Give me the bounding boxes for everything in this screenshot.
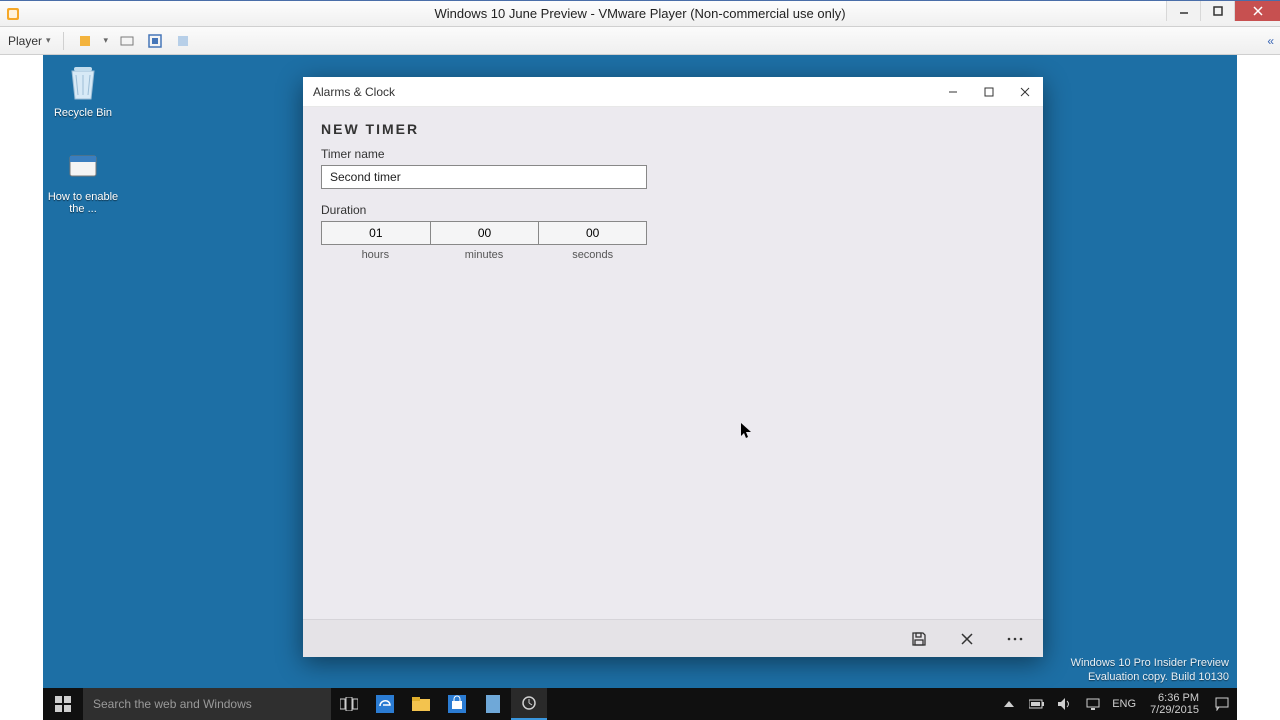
save-button[interactable] [909,629,929,649]
timer-name-label: Timer name [321,147,1025,161]
battery-icon[interactable] [1028,699,1046,709]
watermark-line2: Evaluation copy. Build 10130 [1071,670,1229,684]
language-indicator[interactable]: ENG [1112,698,1136,710]
document-icon [63,147,103,187]
desktop-icon-howto[interactable]: How to enable the ... [47,147,119,215]
app-titlebar[interactable]: Alarms & Clock [303,77,1043,107]
send-ctrl-alt-del-icon[interactable] [118,32,136,50]
app-close-button[interactable] [1007,77,1043,107]
app-body: NEW TIMER Timer name Duration 01 hours 0… [303,107,1043,619]
more-button[interactable] [1005,629,1025,649]
power-icon[interactable] [76,32,94,50]
taskbar-clock[interactable]: 6:36 PM 7/29/2015 [1146,692,1203,716]
taskbar-search[interactable]: Search the web and Windows [83,688,331,720]
seconds-input[interactable]: 00 [538,221,647,245]
volume-icon[interactable] [1056,698,1074,710]
alarms-clock-window: Alarms & Clock NEW TIMER Timer name [303,77,1043,657]
vmware-icon [0,1,26,27]
fullscreen-icon[interactable] [146,32,164,50]
duration-label: Duration [321,203,1025,217]
task-view-button[interactable] [331,688,367,720]
app-window-buttons [935,77,1043,107]
collapse-toolbar-button[interactable]: « [1267,29,1274,53]
action-center-icon[interactable] [1213,697,1231,711]
network-icon[interactable] [1084,698,1102,710]
taskbar: Search the web and Windows [43,688,1237,720]
page-heading: NEW TIMER [321,121,1025,137]
system-tray: ENG 6:36 PM 7/29/2015 [994,688,1237,720]
cancel-button[interactable] [957,629,977,649]
tray-overflow-button[interactable] [1000,701,1018,707]
host-toolbar: Player ▾ ▾ [0,27,1280,55]
unity-icon[interactable] [174,32,192,50]
host-minimize-button[interactable] [1166,1,1200,21]
alarms-clock-taskbar-icon[interactable] [511,688,547,720]
store-icon[interactable] [439,688,475,720]
app-title: Alarms & Clock [313,85,395,99]
windows-watermark: Windows 10 Pro Insider Preview Evaluatio… [1071,656,1229,684]
host-maximize-button[interactable] [1200,1,1234,21]
taskbar-app-icon[interactable] [475,688,511,720]
app-maximize-button[interactable] [971,77,1007,107]
chevron-down-icon: ▾ [46,35,51,46]
seconds-caption: seconds [538,249,647,261]
minutes-input[interactable]: 00 [430,221,539,245]
app-minimize-button[interactable] [935,77,971,107]
taskbar-time: 6:36 PM [1150,692,1199,704]
mouse-cursor [741,423,751,437]
file-explorer-icon[interactable] [403,688,439,720]
taskbar-date: 7/29/2015 [1150,704,1199,716]
hours-caption: hours [321,249,430,261]
vmware-host-window: Windows 10 June Preview - VMware Player … [0,0,1280,720]
start-button[interactable] [43,688,83,720]
desktop-icon-label: How to enable the ... [47,191,119,215]
edge-icon[interactable] [367,688,403,720]
host-close-button[interactable] [1234,1,1280,21]
host-window-buttons [1166,1,1280,21]
timer-name-input[interactable] [321,165,647,189]
hours-input[interactable]: 01 [321,221,430,245]
host-window-title: Windows 10 June Preview - VMware Player … [0,1,1280,27]
host-titlebar: Windows 10 June Preview - VMware Player … [0,1,1280,27]
recycle-bin-icon [63,63,103,103]
app-command-bar [303,619,1043,657]
player-menu-label: Player [8,34,42,48]
duration-picker: 01 hours 00 minutes 00 seconds [321,221,647,261]
minutes-caption: minutes [430,249,539,261]
taskbar-pinned [331,688,547,720]
guest-desktop[interactable]: Recycle Bin How to enable the ... Window… [43,55,1237,720]
search-placeholder: Search the web and Windows [93,697,252,711]
desktop-icon-recycle-bin[interactable]: Recycle Bin [47,63,119,119]
watermark-line1: Windows 10 Pro Insider Preview [1071,656,1229,670]
chevron-down-icon[interactable]: ▾ [104,35,109,46]
toolbar-separator [63,32,64,50]
player-menu[interactable]: Player ▾ [8,34,51,48]
desktop-icon-label: Recycle Bin [47,107,119,119]
